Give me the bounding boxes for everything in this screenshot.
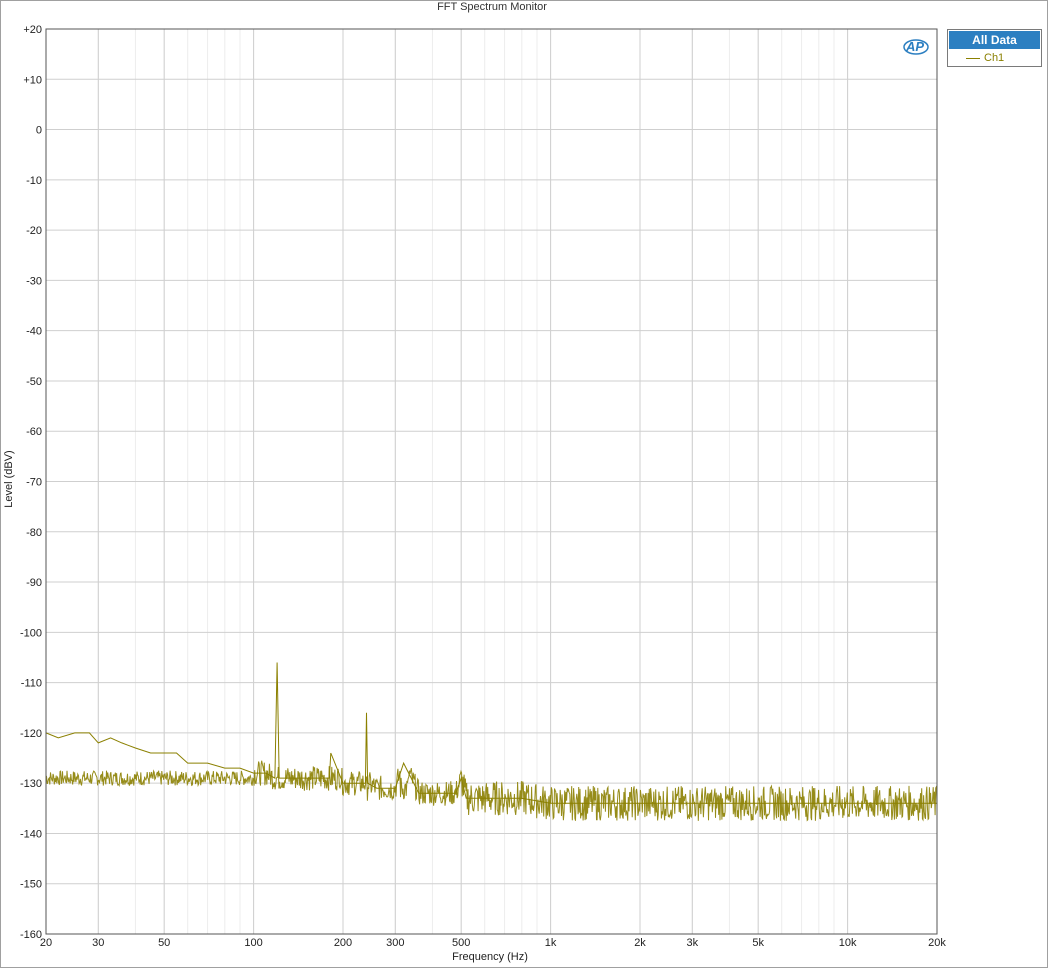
x-tick-label: 300: [386, 937, 404, 949]
legend-header[interactable]: All Data: [949, 31, 1040, 49]
x-axis-label: Frequency (Hz): [452, 951, 528, 963]
x-tick-label: 500: [452, 937, 470, 949]
y-tick-label: -80: [26, 527, 42, 539]
x-tick-label: 50: [158, 937, 170, 949]
x-tick-label: 3k: [686, 937, 698, 949]
y-tick-label: +10: [23, 74, 42, 86]
y-tick-label: -10: [26, 175, 42, 187]
x-tick-label: 5k: [752, 937, 764, 949]
y-tick-label: -30: [26, 275, 42, 287]
series-noise-ch1: [45, 760, 938, 822]
x-tick-label: 10k: [839, 937, 857, 949]
y-tick-label: -20: [26, 225, 42, 237]
y-tick-label: -60: [26, 426, 42, 438]
ap-logo-icon: AP: [903, 39, 929, 55]
x-tick-label: 200: [334, 937, 352, 949]
y-tick-label: -50: [26, 376, 42, 388]
legend-swatch: [966, 58, 980, 59]
legend-label: Ch1: [984, 52, 1005, 64]
y-axis-label: Level (dBV): [3, 450, 15, 508]
y-tick-label: -90: [26, 577, 42, 589]
y-tick-label: -160: [20, 929, 42, 941]
y-tick-label: -110: [21, 678, 42, 690]
x-tick-label: 1k: [545, 937, 557, 949]
x-tick-label: 30: [92, 937, 104, 949]
x-tick-label: 20k: [928, 937, 946, 949]
y-tick-label: -40: [26, 326, 42, 338]
x-tick-label: 100: [244, 937, 262, 949]
y-tick-label: 0: [36, 125, 42, 137]
y-tick-label: -130: [20, 778, 42, 790]
y-tick-label: -140: [20, 828, 42, 840]
legend-item-ch1[interactable]: Ch1: [948, 50, 1041, 66]
y-tick-label: +20: [23, 24, 42, 36]
x-tick-label: 2k: [634, 937, 646, 949]
svg-text:AP: AP: [905, 39, 924, 54]
y-tick-label: -150: [20, 879, 42, 891]
plot-area: 20 30 50 100 200 300 500 1k 2k 3k 5k 10k 20k+20+100-…: [20, 24, 946, 949]
legend: All Data Ch1: [947, 29, 1042, 67]
y-tick-label: -70: [26, 477, 42, 489]
y-tick-label: -100: [20, 627, 42, 639]
y-tick-label: -120: [20, 728, 42, 740]
